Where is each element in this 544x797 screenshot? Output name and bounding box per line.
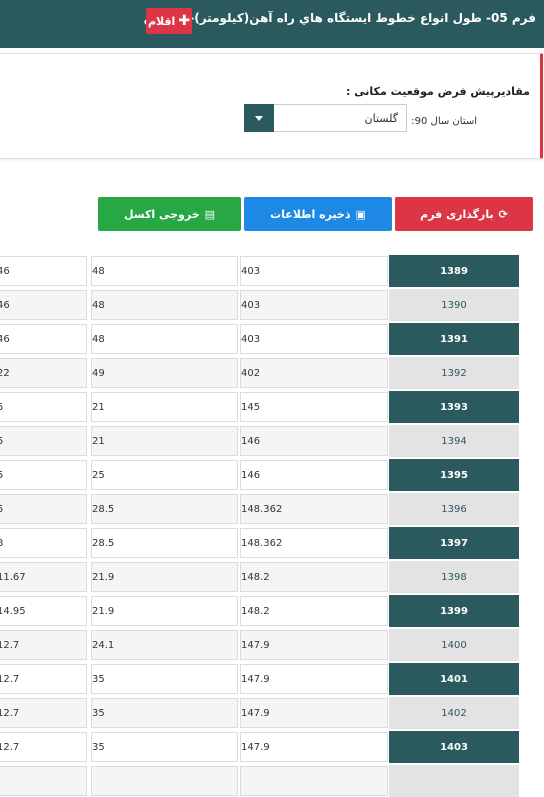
save-data-label: ذخیره اطلاعات xyxy=(270,207,351,221)
page-title: فرم 05- طول انواع خطوط ايستگاه هاي راه آ… xyxy=(143,11,536,25)
reload-form-label: بارگذاری فرم xyxy=(420,207,494,221)
value-input-c1[interactable]: 147.9 xyxy=(240,698,388,728)
add-items-button[interactable]: ✚ اقلام xyxy=(146,8,192,34)
year-cell: 1403 xyxy=(389,731,519,763)
value-input-c2[interactable]: 24.1 xyxy=(91,630,238,660)
value-input-c3[interactable]: 46 xyxy=(0,324,87,354)
value-input-c3[interactable]: 12.7 xyxy=(0,630,87,660)
value-input-c2[interactable]: 49 xyxy=(91,358,238,388)
table-row: 1403 147.9 35 12.7 xyxy=(0,731,544,763)
chevron-down-icon xyxy=(255,115,263,121)
table-row: 1394 146 21 5 xyxy=(0,425,544,457)
year-cell: 1394 xyxy=(389,425,519,457)
table-row: 1395 146 25 5 xyxy=(0,459,544,491)
table-row: 1397 148.362 28.5 8 xyxy=(0,527,544,559)
app-header: فرم 05- طول انواع خطوط ايستگاه هاي راه آ… xyxy=(0,0,544,48)
value-input-c1[interactable] xyxy=(240,766,388,796)
reload-form-button[interactable]: ⟳ بارگذاری فرم xyxy=(395,197,533,231)
table-row: 1396 148.362 28.5 5 xyxy=(0,493,544,525)
value-input-c1[interactable]: 146 xyxy=(240,460,388,490)
value-input-c1[interactable]: 147.9 xyxy=(240,630,388,660)
year-cell: 1389 xyxy=(389,255,519,287)
value-input-c2[interactable]: 48 xyxy=(91,290,238,320)
year-cell: 1392 xyxy=(389,357,519,389)
save-data-button[interactable]: ▣ ذخیره اطلاعات xyxy=(244,197,392,231)
province-label: استان سال 90: xyxy=(411,116,477,127)
value-input-c1[interactable]: 146 xyxy=(240,426,388,456)
table-row: 1402 147.9 35 12.7 xyxy=(0,697,544,729)
value-input-c3[interactable]: 12.7 xyxy=(0,698,87,728)
value-input-c3[interactable]: 8 xyxy=(0,528,87,558)
value-input-c1[interactable]: 148.362 xyxy=(240,494,388,524)
refresh-icon: ⟳ xyxy=(498,207,508,221)
value-input-c1[interactable]: 145 xyxy=(240,392,388,422)
value-input-c3[interactable]: 46 xyxy=(0,256,87,286)
value-input-c2[interactable]: 35 xyxy=(91,698,238,728)
value-input-c3[interactable]: 46 xyxy=(0,290,87,320)
year-cell: 1395 xyxy=(389,459,519,491)
table-row: 1389 403 48 46 xyxy=(0,255,544,287)
value-input-c2[interactable]: 28.5 xyxy=(91,494,238,524)
value-input-c2[interactable]: 21.9 xyxy=(91,562,238,592)
year-cell: 1393 xyxy=(389,391,519,423)
value-input-c3[interactable]: 11.67 xyxy=(0,562,87,592)
province-select[interactable]: گلستان xyxy=(244,104,407,132)
excel-file-icon: ▤ xyxy=(204,207,216,221)
value-input-c3[interactable]: 5 xyxy=(0,426,87,456)
value-input-c3[interactable]: 5 xyxy=(0,494,87,524)
year-cell: 1397 xyxy=(389,527,519,559)
table-row: 1390 403 48 46 xyxy=(0,289,544,321)
value-input-c2[interactable]: 21.9 xyxy=(91,596,238,626)
value-input-c2[interactable]: 35 xyxy=(91,664,238,694)
value-input-c2[interactable] xyxy=(91,766,238,796)
year-cell: 1399 xyxy=(389,595,519,627)
value-input-c3[interactable]: 5 xyxy=(0,392,87,422)
value-input-c1[interactable]: 403 xyxy=(240,324,388,354)
excel-export-button[interactable]: ▤ خروجی اکسل xyxy=(98,197,241,231)
value-input-c3[interactable]: 12.7 xyxy=(0,732,87,762)
value-input-c1[interactable]: 403 xyxy=(240,290,388,320)
value-input-c1[interactable]: 403 xyxy=(240,256,388,286)
value-input-c3[interactable]: 5 xyxy=(0,460,87,490)
value-input-c2[interactable]: 21 xyxy=(91,426,238,456)
excel-export-label: خروجی اکسل xyxy=(123,207,200,221)
value-input-c2[interactable]: 48 xyxy=(91,324,238,354)
floppy-disk-icon: ▣ xyxy=(355,207,366,221)
year-cell: 1401 xyxy=(389,663,519,695)
province-select-value: گلستان xyxy=(364,112,398,125)
value-input-c1[interactable]: 148.362 xyxy=(240,528,388,558)
year-cell: 1402 xyxy=(389,697,519,729)
value-input-c1[interactable]: 147.9 xyxy=(240,664,388,694)
value-input-c1[interactable]: 148.2 xyxy=(240,596,388,626)
value-input-c2[interactable]: 21 xyxy=(91,392,238,422)
add-items-label: اقلام xyxy=(147,14,176,28)
value-input-c1[interactable]: 402 xyxy=(240,358,388,388)
params-title: مقادیرپیش فرض موقعیت مکانی : xyxy=(345,85,530,98)
value-input-c2[interactable]: 35 xyxy=(91,732,238,762)
province-dropdown-button[interactable] xyxy=(244,104,274,132)
year-cell: 1391 xyxy=(389,323,519,355)
table-row: 1392 402 49 22 xyxy=(0,357,544,389)
plus-icon: ✚ xyxy=(178,13,191,29)
value-input-c3[interactable]: 12.7 xyxy=(0,664,87,694)
table-row: 1401 147.9 35 12.7 xyxy=(0,663,544,695)
year-cell: 1396 xyxy=(389,493,519,525)
value-input-c2[interactable]: 48 xyxy=(91,256,238,286)
table-row: 1400 147.9 24.1 12.7 xyxy=(0,629,544,661)
year-cell: 1398 xyxy=(389,561,519,593)
value-input-c1[interactable]: 147.9 xyxy=(240,732,388,762)
year-cell: 1390 xyxy=(389,289,519,321)
value-input-c2[interactable]: 25 xyxy=(91,460,238,490)
table-row: 1399 148.2 21.9 14.95 xyxy=(0,595,544,627)
year-cell: 1400 xyxy=(389,629,519,661)
value-input-c2[interactable]: 28.5 xyxy=(91,528,238,558)
table-row: 1391 403 48 46 xyxy=(0,323,544,355)
value-input-c3[interactable] xyxy=(0,766,87,796)
value-input-c1[interactable]: 148.2 xyxy=(240,562,388,592)
value-input-c3[interactable]: 14.95 xyxy=(0,596,87,626)
value-input-c3[interactable]: 22 xyxy=(0,358,87,388)
table-row: 1393 145 21 5 xyxy=(0,391,544,423)
table-row: 1398 148.2 21.9 11.67 xyxy=(0,561,544,593)
location-params-panel: مقادیرپیش فرض موقعیت مکانی : استان سال 9… xyxy=(0,53,543,159)
